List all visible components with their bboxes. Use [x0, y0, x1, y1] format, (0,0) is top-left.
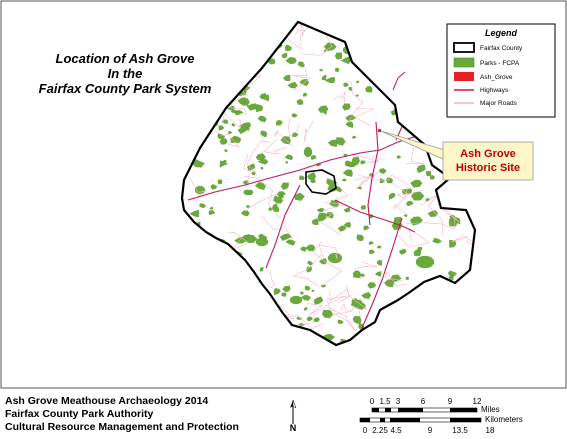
legend-item-ash-grove: Ash_Grove: [454, 72, 513, 81]
legend-item-fairfax-county: Fairfax County: [453, 42, 523, 53]
legend: Legend Fairfax County Parks - FCPA Ash_G…: [446, 23, 556, 118]
svg-text:Major Roads: Major Roads: [480, 100, 518, 107]
ash-grove-site-marker: [378, 129, 381, 132]
svg-text:0: 0: [370, 397, 375, 406]
park-patch: [289, 295, 303, 305]
park-patch: [327, 252, 343, 264]
svg-text:2.25: 2.25: [372, 426, 388, 435]
north-arrow-label: N: [290, 423, 297, 433]
svg-text:9: 9: [428, 426, 433, 435]
svg-text:0: 0: [363, 426, 368, 435]
svg-text:6: 6: [421, 397, 426, 406]
park-patch: [415, 255, 435, 269]
park-patch: [255, 237, 269, 247]
map-title-line-2: In the: [108, 66, 143, 81]
footer-line-3: Cultural Resource Management and Protect…: [5, 421, 239, 433]
legend-title: Legend: [485, 28, 518, 38]
svg-text:Ash_Grove: Ash_Grove: [480, 74, 513, 81]
park-patch: [303, 146, 313, 158]
svg-text:Fairfax County: Fairfax County: [480, 45, 523, 52]
callout-line-1: Ash Grove: [460, 148, 516, 160]
legend-item-parks: Parks - FCPA: [453, 57, 520, 68]
callout-line-2: Historic Site: [456, 162, 520, 174]
svg-text:13.5: 13.5: [452, 426, 468, 435]
svg-text:Parks - FCPA: Parks - FCPA: [480, 60, 520, 67]
svg-text:9: 9: [448, 397, 453, 406]
park-patch: [405, 276, 409, 280]
svg-text:4.5: 4.5: [390, 426, 402, 435]
map-title-line-1: Location of Ash Grove: [56, 51, 195, 66]
park-patch: [353, 270, 361, 279]
map-title-line-3: Fairfax County Park System: [39, 81, 212, 96]
park-patch: [217, 179, 223, 185]
footer-line-2: Fairfax County Park Authority: [5, 408, 154, 420]
park-patch: [311, 289, 315, 292]
park-patch: [334, 67, 340, 72]
park-patch: [334, 52, 343, 60]
svg-text:1.5: 1.5: [379, 397, 391, 406]
scale-km-unit: Kilometers: [485, 415, 523, 424]
park-patch: [425, 171, 432, 177]
park-patch: [351, 156, 360, 165]
scale-miles-unit: Miles: [481, 405, 500, 414]
svg-text:Highways: Highways: [480, 87, 509, 94]
footer-line-1: Ash Grove Meathouse Archaeology 2014: [5, 395, 208, 407]
park-patch: [360, 205, 367, 210]
svg-text:3: 3: [396, 397, 401, 406]
svg-text:18: 18: [486, 426, 495, 435]
map-frame: Location of Ash Grove In the Fairfax Cou…: [0, 0, 567, 439]
